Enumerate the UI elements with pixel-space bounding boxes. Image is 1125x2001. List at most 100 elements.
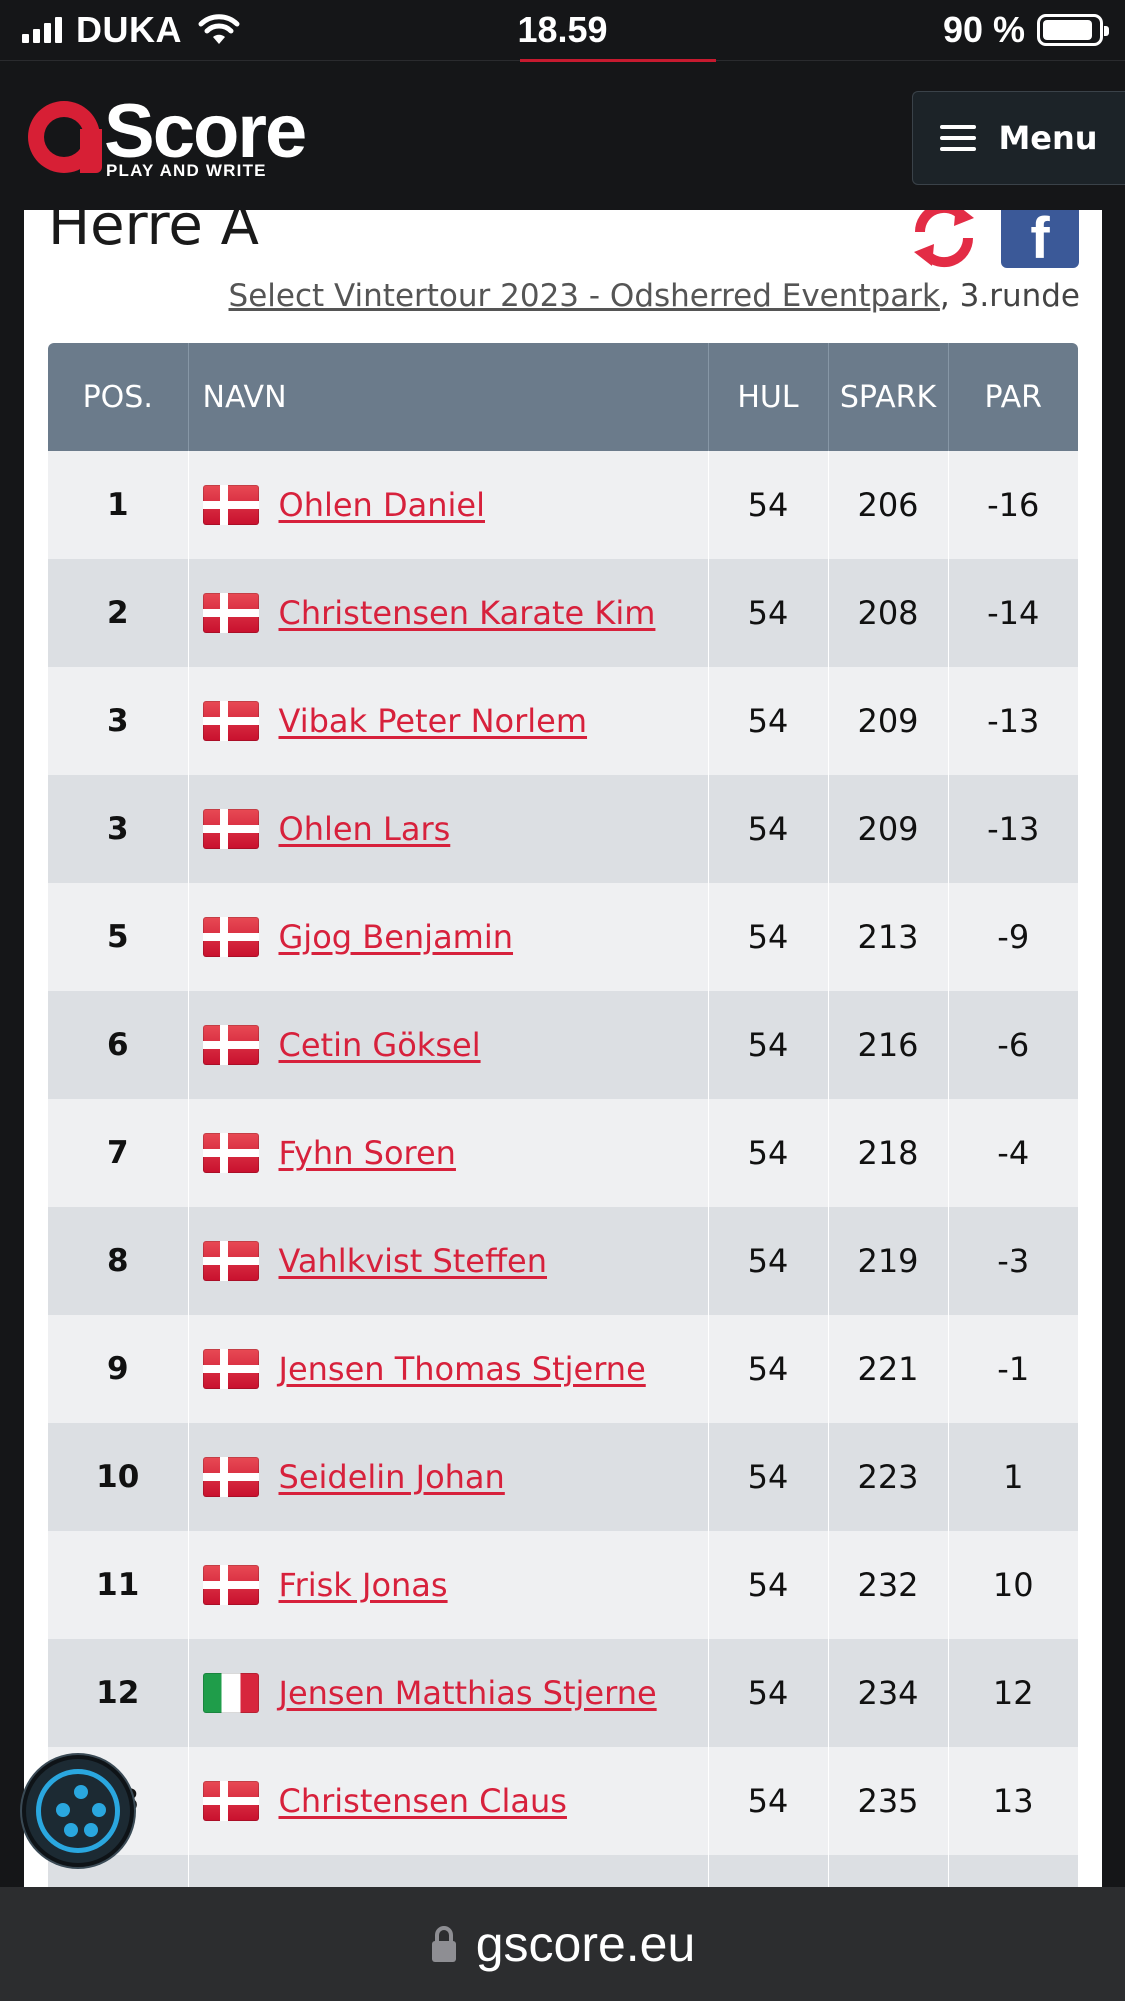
leaderboard-panel: Herre A f Select Vintertour 2023 - Odshe… (24, 210, 1102, 1887)
column-header-navn[interactable]: NAVN (188, 343, 709, 451)
position-cell: 3 (48, 775, 189, 883)
player-name-link[interactable]: Fyhn Soren (279, 1134, 456, 1172)
gscore-logo[interactable]: Score PLAY AND WRITE (28, 89, 348, 181)
wifi-icon (198, 14, 240, 44)
denmark-flag-icon (202, 485, 259, 525)
denmark-flag-icon (202, 1241, 259, 1281)
carrier-name: DUKA (76, 9, 182, 50)
player-name-link[interactable]: Vibak Peter Norlem (279, 702, 588, 740)
denmark-flag-icon (202, 1457, 259, 1497)
position-cell: 12 (48, 1639, 189, 1747)
player-name-link[interactable]: Christensen Karate Kim (279, 594, 656, 632)
table-row: 5 Gjog Benjamin 54 213 -9 (48, 883, 1078, 991)
player-name-link[interactable]: Seidelin Johan (279, 1458, 505, 1496)
battery-percentage: 90 % (942, 9, 1025, 50)
column-header-spark[interactable]: SPARK (828, 343, 949, 451)
battery-fill (1043, 20, 1092, 40)
player-name-link[interactable]: Gjog Benjamin (279, 918, 514, 956)
url-text: gscore.eu (475, 1916, 696, 1972)
denmark-flag-icon (202, 917, 259, 957)
table-row: 3 Vibak Peter Norlem 54 209 -13 (48, 667, 1078, 775)
spark-cell: 219 (828, 1207, 949, 1315)
table-row: 9 Jensen Thomas Stjerne 54 221 -1 (48, 1315, 1078, 1423)
par-cell: 10 (948, 1531, 1078, 1639)
player-name-link[interactable]: Christensen Claus (279, 1782, 567, 1820)
spark-cell: 209 (828, 775, 949, 883)
denmark-flag-icon (202, 809, 259, 849)
column-header-hul[interactable]: HUL (708, 343, 829, 451)
accessibility-icon[interactable] (22, 1755, 134, 1867)
player-cell: Ohlen Lars (188, 775, 709, 883)
position-cell: 10 (48, 1423, 189, 1531)
table-row: 8 Vahlkvist Steffen 54 219 -3 (48, 1207, 1078, 1315)
player-cell: Vahlkvist Steffen (188, 1207, 709, 1315)
player-name-link[interactable]: Jensen Thomas Stjerne (279, 1350, 646, 1388)
table-header-row: POS. NAVN HUL SPARK PAR (48, 343, 1078, 451)
denmark-flag-icon (202, 1781, 259, 1821)
tournament-link[interactable]: Select Vintertour 2023 - Odsherred Event… (229, 278, 940, 314)
table-row: 13Christensen Claus5423513 (48, 1747, 1078, 1855)
italy-flag-icon (202, 1673, 259, 1713)
hamburger-icon (940, 125, 977, 151)
spark-cell: 213 (828, 883, 949, 991)
hul-cell: 54 (708, 1207, 829, 1315)
spark-cell: 206 (828, 451, 949, 559)
position-cell: 8 (48, 1207, 189, 1315)
position-cell: 11 (48, 1531, 189, 1639)
denmark-flag-icon (202, 1349, 259, 1389)
table-row: 11 Frisk Jonas 54 232 10 (48, 1531, 1078, 1639)
position-cell: 6 (48, 991, 189, 1099)
table-row: 10 Seidelin Johan 54 223 1 (48, 1423, 1078, 1531)
spark-cell: 216 (828, 991, 949, 1099)
player-name-link[interactable]: Ohlen Daniel (279, 486, 486, 524)
position-cell: 1 (48, 451, 189, 559)
player-name-link[interactable]: Jensen Matthias Stjerne (279, 1674, 657, 1712)
table-row: 2 Christensen Karate Kim 54 208 -14 (48, 559, 1078, 667)
hul-cell: 54 (708, 1099, 829, 1207)
hul-cell: 54 (708, 1315, 829, 1423)
position-cell: 9 (48, 1315, 189, 1423)
signal-icon (22, 17, 62, 43)
browser-url-bar[interactable]: gscore.eu (0, 1887, 1125, 2001)
par-cell: 1 (948, 1423, 1078, 1531)
hul-cell: 54 (708, 1747, 829, 1855)
menu-label: Menu (998, 119, 1098, 157)
column-header-pos[interactable]: POS. (48, 343, 189, 451)
facebook-icon[interactable]: f (1001, 210, 1079, 268)
player-cell: Jensen Thomas Stjerne (188, 1315, 709, 1423)
position-cell: 2 (48, 559, 189, 667)
table-row: 7 Fyhn Soren 54 218 -4 (48, 1099, 1078, 1207)
column-header-par[interactable]: PAR (948, 343, 1078, 451)
player-cell: Christensen Karate Kim (188, 559, 709, 667)
player-name-link[interactable]: Ohlen Lars (279, 810, 451, 848)
hul-cell: 54 (708, 775, 829, 883)
table-row (48, 1855, 1078, 1887)
spark-cell: 209 (828, 667, 949, 775)
player-cell: Jensen Matthias Stjerne (188, 1639, 709, 1747)
player-name-link[interactable]: Frisk Jonas (279, 1566, 448, 1604)
spark-cell: 218 (828, 1099, 949, 1207)
menu-button[interactable]: Menu (912, 91, 1125, 185)
status-bar: DUKA 18.59 90 % (0, 0, 1125, 60)
player-name-link[interactable]: Vahlkvist Steffen (279, 1242, 548, 1280)
denmark-flag-icon (202, 593, 259, 633)
refresh-icon[interactable] (904, 210, 984, 270)
hul-cell: 54 (708, 1531, 829, 1639)
hul-cell: 54 (708, 559, 829, 667)
par-cell (948, 1855, 1078, 1887)
spark-cell: 232 (828, 1531, 949, 1639)
logo-tagline: PLAY AND WRITE (106, 161, 267, 180)
table-row: 6 Cetin Göksel 54 216 -6 (48, 991, 1078, 1099)
tournament-subtitle: Select Vintertour 2023 - Odsherred Event… (229, 278, 1080, 314)
player-name-link[interactable]: Cetin Göksel (279, 1026, 481, 1064)
round-label: , 3.runde (939, 278, 1080, 314)
lock-icon (431, 1926, 456, 1962)
position-cell: 5 (48, 883, 189, 991)
spark-cell (828, 1855, 949, 1887)
status-left: DUKA (22, 8, 240, 52)
hul-cell: 54 (708, 1639, 829, 1747)
hul-cell (708, 1855, 829, 1887)
denmark-flag-icon (202, 701, 259, 741)
par-cell: -16 (948, 451, 1078, 559)
par-cell: -14 (948, 559, 1078, 667)
